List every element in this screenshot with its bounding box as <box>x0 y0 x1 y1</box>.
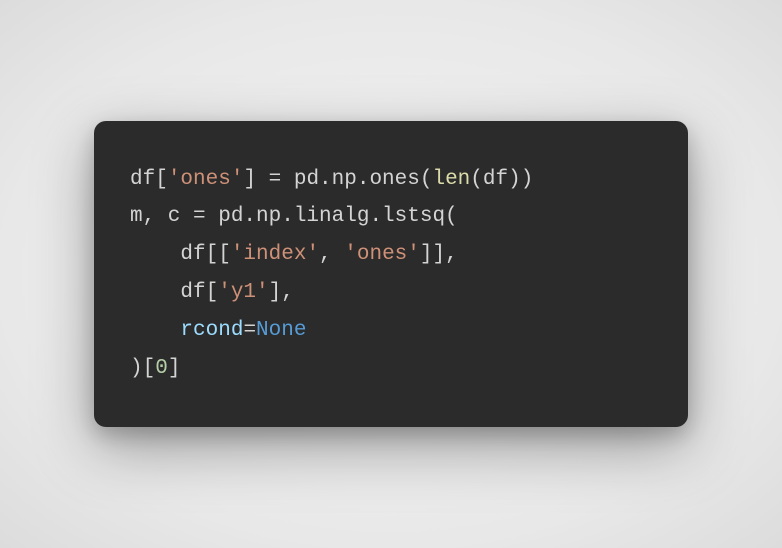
code-token: m, c = pd.np.linalg.lstsq( <box>130 205 458 228</box>
code-line-4: df['y1'], <box>130 274 652 312</box>
code-line-1: df['ones'] = pd.np.ones(len(df)) <box>130 161 652 199</box>
code-token: ] <box>168 357 181 380</box>
code-line-3: df[['index', 'ones']], <box>130 236 652 274</box>
code-token: , <box>319 243 344 266</box>
code-token-string: 'ones' <box>344 243 420 266</box>
code-token-keyword: None <box>256 319 306 342</box>
code-block: df['ones'] = pd.np.ones(len(df)) m, c = … <box>94 121 688 428</box>
code-token: )[ <box>130 357 155 380</box>
code-token-string: 'ones' <box>168 168 244 191</box>
code-token-string: 'y1' <box>218 281 268 304</box>
code-token: ] = pd.np.ones( <box>243 168 432 191</box>
code-line-2: m, c = pd.np.linalg.lstsq( <box>130 198 652 236</box>
code-line-5: rcond=None <box>130 312 652 350</box>
code-token: ]], <box>420 243 458 266</box>
code-token: ], <box>269 281 294 304</box>
code-token: df[[ <box>130 243 231 266</box>
code-line-6: )[0] <box>130 350 652 388</box>
code-token-param: rcond <box>180 319 243 342</box>
code-token-func: len <box>432 168 470 191</box>
code-token <box>130 319 180 342</box>
code-token: = <box>243 319 256 342</box>
code-token-string: 'index' <box>231 243 319 266</box>
code-token-number: 0 <box>155 357 168 380</box>
code-token: df[ <box>130 168 168 191</box>
code-token: (df)) <box>470 168 533 191</box>
code-token: df[ <box>130 281 218 304</box>
